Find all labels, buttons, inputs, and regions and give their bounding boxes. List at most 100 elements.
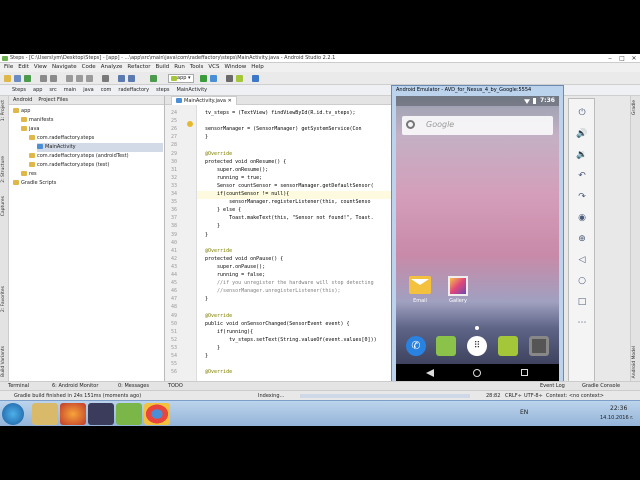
breadcrumb-item[interactable]: com bbox=[101, 87, 112, 93]
menu-build[interactable]: Build bbox=[155, 64, 169, 70]
menu-run[interactable]: Run bbox=[174, 64, 185, 70]
rotate-left-icon[interactable]: ↶ bbox=[575, 170, 589, 182]
breadcrumb-item[interactable]: Steps bbox=[12, 87, 26, 93]
overview-icon[interactable]: □ bbox=[575, 296, 589, 308]
taskbar-date[interactable]: 14.10.2016 r. bbox=[600, 415, 633, 421]
breadcrumb-item[interactable]: java bbox=[83, 87, 93, 93]
email-app[interactable]: Email bbox=[404, 276, 436, 316]
window-titlebar: Steps - [C:\Users\ym\Desktop\Steps] - [a… bbox=[0, 54, 640, 63]
menu-navigate[interactable]: Navigate bbox=[52, 64, 77, 70]
left-tool-tab[interactable]: 1: Project bbox=[1, 100, 8, 121]
menu-help[interactable]: Help bbox=[251, 64, 264, 70]
power-icon[interactable]: ⏻ bbox=[575, 107, 589, 119]
breadcrumb-item[interactable]: src bbox=[49, 87, 56, 93]
sync-icon[interactable] bbox=[24, 75, 31, 82]
all-apps-icon[interactable]: ⠿ bbox=[467, 336, 487, 356]
screenshot-icon[interactable]: ◉ bbox=[575, 212, 589, 224]
android-app-icon[interactable] bbox=[498, 336, 518, 356]
taskbar-chrome-icon[interactable] bbox=[144, 403, 170, 425]
menu-window[interactable]: Window bbox=[225, 64, 247, 70]
language-indicator[interactable]: EN bbox=[520, 409, 528, 416]
android-screen[interactable]: 7:36 Google Email Gallery ✆ ⠿ bbox=[396, 96, 559, 426]
help-icon[interactable] bbox=[252, 75, 259, 82]
find-icon[interactable] bbox=[102, 75, 109, 82]
left-tool-tab[interactable]: 2: Favorites bbox=[1, 286, 8, 312]
right-tool-tab[interactable]: Android Model bbox=[632, 346, 639, 378]
close-button[interactable]: ✕ bbox=[628, 54, 640, 62]
folder-icon[interactable] bbox=[4, 75, 11, 82]
breadcrumb-item[interactable]: app bbox=[33, 87, 42, 93]
messages-icon[interactable] bbox=[436, 336, 456, 356]
run-config-select[interactable]: app ▾ bbox=[168, 74, 194, 83]
tree-item[interactable]: res bbox=[21, 170, 163, 179]
tree-item[interactable]: java bbox=[21, 125, 163, 134]
search-placeholder: Google bbox=[426, 120, 455, 129]
menu-tools[interactable]: Tools bbox=[190, 64, 204, 70]
google-search-bar[interactable]: Google bbox=[402, 116, 553, 135]
back-nav-icon[interactable] bbox=[426, 369, 434, 377]
bulb-icon[interactable] bbox=[187, 121, 193, 127]
menu-file[interactable]: File bbox=[4, 64, 13, 70]
avd-manager-icon[interactable] bbox=[236, 75, 243, 82]
more-icon[interactable]: ⋯ bbox=[575, 317, 589, 329]
home-nav-icon[interactable] bbox=[473, 369, 481, 377]
copy-icon[interactable] bbox=[76, 75, 83, 82]
taskbar-firefox-icon[interactable] bbox=[60, 403, 86, 425]
project-tab[interactable]: Project Files bbox=[38, 97, 68, 103]
menu-code[interactable]: Code bbox=[82, 64, 96, 70]
gallery-app[interactable]: Gallery bbox=[442, 276, 474, 316]
start-button[interactable] bbox=[2, 403, 24, 425]
tree-item[interactable]: app bbox=[13, 107, 163, 116]
tree-item[interactable]: com.radeffactory.steps bbox=[29, 134, 163, 143]
breadcrumb-item[interactable]: steps bbox=[156, 87, 169, 93]
menu-edit[interactable]: Edit bbox=[18, 64, 29, 70]
code-line: } bbox=[205, 296, 209, 303]
rotate-right-icon[interactable]: ↷ bbox=[575, 191, 589, 203]
home-icon[interactable]: ○ bbox=[575, 275, 589, 287]
sdk-manager-icon[interactable] bbox=[226, 75, 233, 82]
paste-icon[interactable] bbox=[86, 75, 93, 82]
back-icon[interactable]: ◁ bbox=[575, 254, 589, 266]
taskbar-media-icon[interactable] bbox=[88, 403, 114, 425]
recents-nav-icon[interactable] bbox=[521, 369, 528, 376]
cut-icon[interactable] bbox=[66, 75, 73, 82]
menu-vcs[interactable]: VCS bbox=[208, 64, 219, 70]
tree-item[interactable]: com.radeffactory.steps (test) bbox=[29, 161, 163, 170]
taskbar-clock[interactable]: 22:36 bbox=[610, 405, 627, 412]
taskbar-android-studio-icon[interactable] bbox=[116, 403, 142, 425]
volume-up-icon[interactable]: 🔊 bbox=[575, 128, 589, 140]
taskbar-explorer-icon[interactable] bbox=[32, 403, 58, 425]
save-icon[interactable] bbox=[14, 75, 21, 82]
project-tab[interactable]: Android bbox=[13, 97, 32, 103]
minimize-button[interactable]: ‒ bbox=[604, 54, 616, 62]
undo-icon[interactable] bbox=[40, 75, 47, 82]
breadcrumb-item[interactable]: MainActivity bbox=[177, 87, 208, 93]
make-icon[interactable] bbox=[150, 75, 157, 82]
left-tool-tab[interactable]: Build Variants bbox=[1, 346, 8, 377]
zoom-icon[interactable]: ⊕ bbox=[575, 233, 589, 245]
tree-item[interactable]: manifests bbox=[21, 116, 163, 125]
menu-view[interactable]: View bbox=[34, 64, 47, 70]
right-tool-tab[interactable]: Gradle bbox=[632, 100, 639, 115]
breadcrumb-item[interactable]: radeffactory bbox=[118, 87, 149, 93]
folder-icon bbox=[29, 162, 35, 167]
run-icon[interactable] bbox=[200, 75, 207, 82]
camera-icon[interactable] bbox=[529, 336, 549, 356]
tree-item[interactable]: Gradle Scripts bbox=[13, 179, 163, 188]
back-icon[interactable] bbox=[118, 75, 125, 82]
debug-icon[interactable] bbox=[210, 75, 217, 82]
left-tool-tab[interactable]: 2: Structure bbox=[1, 156, 8, 183]
volume-down-icon[interactable]: 🔉 bbox=[575, 149, 589, 161]
redo-icon[interactable] bbox=[50, 75, 57, 82]
phone-icon[interactable]: ✆ bbox=[406, 336, 426, 356]
maximize-button[interactable]: □ bbox=[616, 54, 628, 62]
forward-icon[interactable] bbox=[128, 75, 135, 82]
menu-refactor[interactable]: Refactor bbox=[127, 64, 150, 70]
tab-mainactivity[interactable]: MainActivity.java ✕ bbox=[171, 96, 237, 105]
left-tool-tab[interactable]: Captures bbox=[1, 196, 8, 216]
tree-item[interactable]: MainActivity bbox=[37, 143, 163, 152]
code-editor[interactable]: 24 25 26 27 28 29 30 31 32 33 34 35 36 37 38 39 40 41 42 43… bbox=[165, 105, 395, 392]
breadcrumb-item[interactable]: main bbox=[64, 87, 77, 93]
tree-item[interactable]: com.radeffactory.steps (androidTest) bbox=[29, 152, 163, 161]
menu-analyze[interactable]: Analyze bbox=[101, 64, 123, 70]
